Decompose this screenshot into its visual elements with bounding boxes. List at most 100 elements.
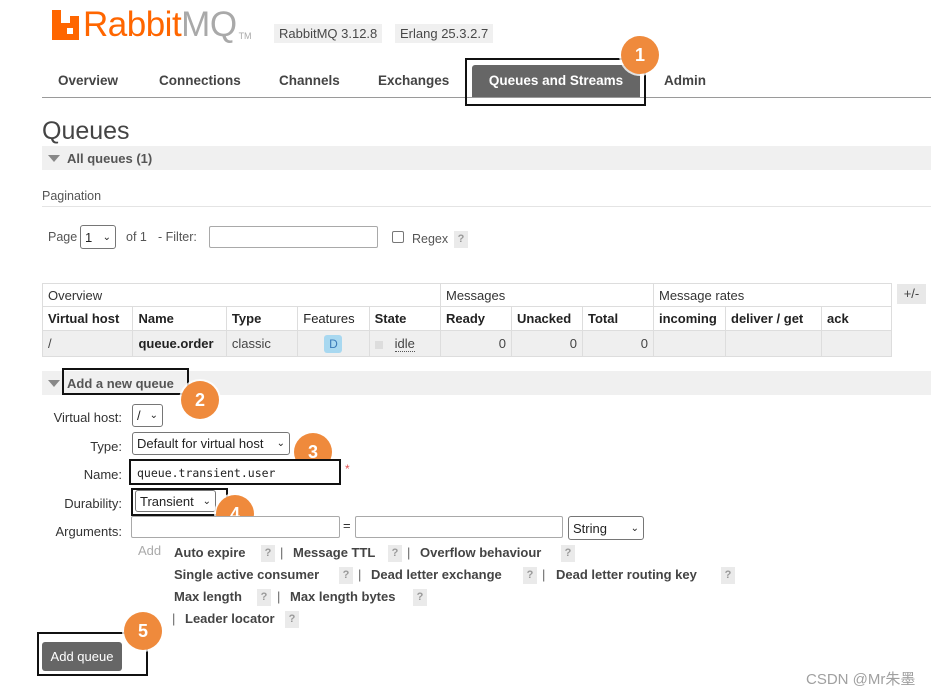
watermark: CSDN @Mr朱墨: [806, 671, 916, 688]
step-callout-1: 1: [621, 36, 659, 74]
collapse-triangle-icon: [48, 380, 60, 387]
arg-overflow-behaviour-link[interactable]: Overflow behaviour: [420, 545, 541, 560]
regex-checkbox[interactable]: [392, 231, 404, 243]
chevron-down-icon: ⌄: [102, 231, 111, 243]
cell-ack: [821, 330, 892, 357]
filter-label: - Filter:: [158, 230, 197, 244]
col-type[interactable]: Type: [225, 306, 299, 331]
logo-text-rabbit: Rabbit: [83, 5, 182, 44]
step-callout-5: 5: [124, 612, 162, 650]
single-active-consumer-help-icon[interactable]: ?: [339, 567, 353, 584]
page-title: Queues: [42, 117, 130, 145]
cell-unacked: 0: [511, 330, 583, 357]
col-virtual-host[interactable]: Virtual host: [41, 306, 134, 331]
cell-vhost: /: [41, 330, 134, 357]
regex-label: Regex: [412, 232, 449, 246]
cell-features: D: [297, 330, 370, 357]
separator: |: [407, 545, 411, 560]
rabbitmq-logo: Rabbit MQ TM: [52, 5, 252, 44]
state-indicator-icon: [374, 340, 383, 349]
pagination-label: Pagination: [42, 189, 102, 203]
col-features: Features: [297, 306, 370, 331]
virtual-host-select[interactable]: / ⌄: [132, 404, 163, 427]
step-callout-2: 2: [181, 381, 219, 419]
col-state[interactable]: State: [368, 306, 442, 331]
arg-dead-letter-routing-key-link[interactable]: Dead letter routing key: [556, 567, 697, 582]
collapse-triangle-icon: [48, 155, 60, 162]
col-name[interactable]: Name: [132, 306, 227, 331]
add-queue-button[interactable]: Add queue: [42, 642, 122, 671]
page-select-value: 1: [85, 229, 93, 245]
tab-overview[interactable]: Overview: [58, 73, 118, 88]
col-deliver-get[interactable]: deliver / get: [725, 306, 822, 331]
arg-single-active-consumer-link[interactable]: Single active consumer: [174, 567, 319, 582]
rabbitmq-version-badge: RabbitMQ 3.12.8: [274, 24, 383, 43]
chevron-down-icon: ⌄: [149, 410, 158, 421]
page-label: Page: [48, 230, 78, 244]
virtual-host-label: Virtual host:: [53, 410, 122, 425]
type-label: Type:: [90, 439, 122, 454]
pagination-divider: [42, 206, 931, 207]
all-queues-title: All queues (1): [67, 151, 153, 166]
separator: |: [280, 545, 284, 560]
highlight-box-4: [131, 488, 228, 516]
arg-dead-letter-exchange-link[interactable]: Dead letter exchange: [371, 567, 502, 582]
queue-name-input[interactable]: queue.transient.user: [129, 459, 341, 485]
arg-max-length-bytes-link[interactable]: Max length bytes: [290, 589, 395, 604]
arguments-label: Arguments:: [55, 524, 122, 539]
arg-message-ttl-link[interactable]: Message TTL: [293, 545, 375, 560]
page-select[interactable]: 1 ⌄: [80, 225, 116, 249]
state-label: idle: [394, 336, 415, 352]
separator: |: [277, 589, 281, 604]
col-ready[interactable]: Ready: [440, 306, 512, 331]
queue-name-link[interactable]: queue.order: [132, 330, 227, 357]
regex-help-icon[interactable]: ?: [454, 231, 468, 248]
separator: |: [172, 611, 176, 626]
leader-locator-help-icon[interactable]: ?: [285, 611, 299, 628]
argument-key-input[interactable]: [131, 516, 340, 538]
add-argument-label: Add: [138, 543, 162, 558]
cell-total: 0: [582, 330, 654, 357]
col-ack[interactable]: ack: [821, 306, 892, 331]
highlight-box-2: [62, 368, 189, 395]
queue-name-value: queue.transient.user: [137, 466, 276, 480]
tab-channels[interactable]: Channels: [279, 73, 340, 88]
chevron-down-icon: ⌄: [630, 522, 639, 534]
all-queues-section-header[interactable]: All queues (1): [42, 146, 931, 170]
toggle-columns-button[interactable]: +/-: [897, 284, 926, 304]
dead-letter-routing-key-help-icon[interactable]: ?: [721, 567, 735, 584]
tab-exchanges[interactable]: Exchanges: [378, 73, 449, 88]
tab-admin[interactable]: Admin: [664, 73, 706, 88]
separator: |: [358, 567, 362, 582]
name-label: Name:: [83, 467, 122, 482]
queues-table: Overview Messages Message rates Virtual …: [41, 283, 892, 357]
queue-type-select[interactable]: Default for virtual host ⌄: [132, 432, 290, 455]
argument-type-value: String: [573, 520, 607, 536]
argument-type-select[interactable]: String ⌄: [568, 516, 644, 540]
arg-leader-locator-link[interactable]: Leader locator: [185, 611, 275, 626]
cell-incoming: [653, 330, 726, 357]
group-message-rates: Message rates: [653, 283, 892, 307]
col-total[interactable]: Total: [582, 306, 654, 331]
arg-max-length-link[interactable]: Max length: [174, 589, 242, 604]
argument-equals: =: [343, 518, 351, 533]
erlang-version-badge: Erlang 25.3.2.7: [395, 24, 494, 43]
group-overview: Overview: [42, 283, 441, 307]
required-mark: *: [345, 462, 350, 476]
highlight-box-1: [465, 58, 646, 106]
argument-value-input[interactable]: [355, 516, 563, 538]
cell-state: idle: [368, 330, 442, 357]
max-length-bytes-help-icon[interactable]: ?: [413, 589, 427, 606]
virtual-host-value: /: [137, 408, 141, 423]
max-length-help-icon[interactable]: ?: [257, 589, 271, 606]
arg-auto-expire-link[interactable]: Auto expire: [174, 545, 246, 560]
table-column-header-row: Virtual host Name Type Features State Re…: [41, 306, 892, 331]
auto-expire-help-icon[interactable]: ?: [261, 545, 275, 562]
col-unacked[interactable]: Unacked: [511, 306, 583, 331]
message-ttl-help-icon[interactable]: ?: [388, 545, 402, 562]
dead-letter-exchange-help-icon[interactable]: ?: [523, 567, 537, 584]
filter-input[interactable]: [209, 226, 378, 248]
overflow-behaviour-help-icon[interactable]: ?: [561, 545, 575, 562]
tab-connections[interactable]: Connections: [159, 73, 241, 88]
col-incoming[interactable]: incoming: [653, 306, 726, 331]
